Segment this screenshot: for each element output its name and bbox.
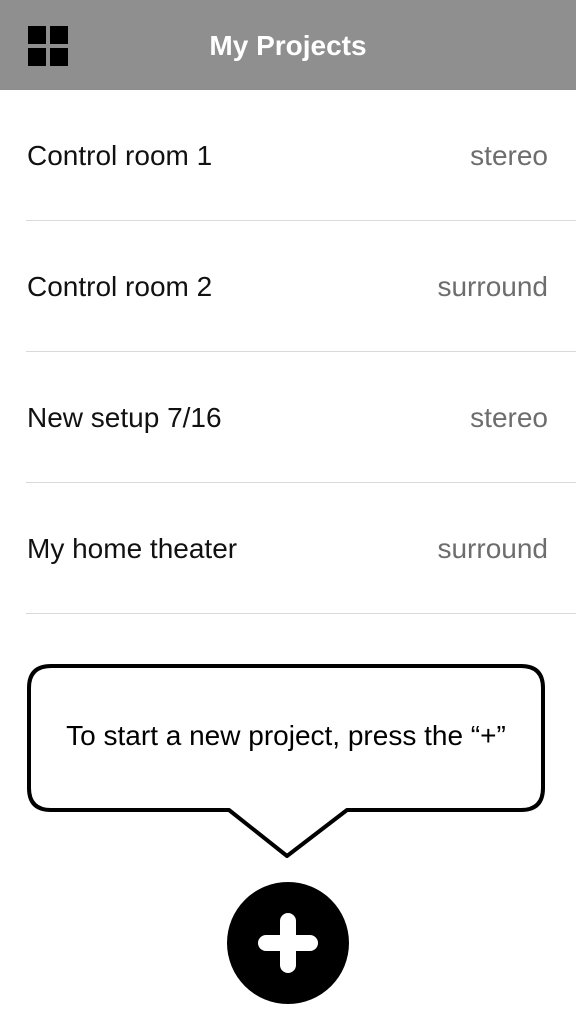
- hint-text: To start a new project, press the “+”: [66, 720, 506, 751]
- plus-icon-vertical: [280, 913, 296, 973]
- list-item[interactable]: Control room 2 surround: [0, 221, 576, 352]
- project-list: Control room 1 stereo Control room 2 sur…: [0, 90, 576, 614]
- hint-tooltip: To start a new project, press the “+”: [27, 664, 545, 858]
- add-project-button[interactable]: [227, 882, 349, 1004]
- project-type: stereo: [470, 402, 548, 433]
- list-item[interactable]: My home theater surround: [0, 483, 576, 614]
- page-title: My Projects: [209, 30, 367, 61]
- project-type: stereo: [470, 140, 548, 171]
- project-name: Control room 1: [27, 140, 213, 171]
- project-type: surround: [437, 533, 548, 564]
- list-item[interactable]: New setup 7/16 stereo: [0, 352, 576, 483]
- header-bar: My Projects: [0, 0, 576, 90]
- project-type: surround: [437, 271, 548, 302]
- project-name: My home theater: [27, 533, 238, 564]
- project-name: New setup 7/16: [27, 402, 222, 433]
- speech-bubble-shape: [27, 664, 545, 858]
- list-item[interactable]: Control room 1 stereo: [0, 90, 576, 221]
- project-name: Control room 2: [27, 271, 213, 302]
- app-screen: My Projects Control room 1 stereo Contro…: [0, 0, 576, 1024]
